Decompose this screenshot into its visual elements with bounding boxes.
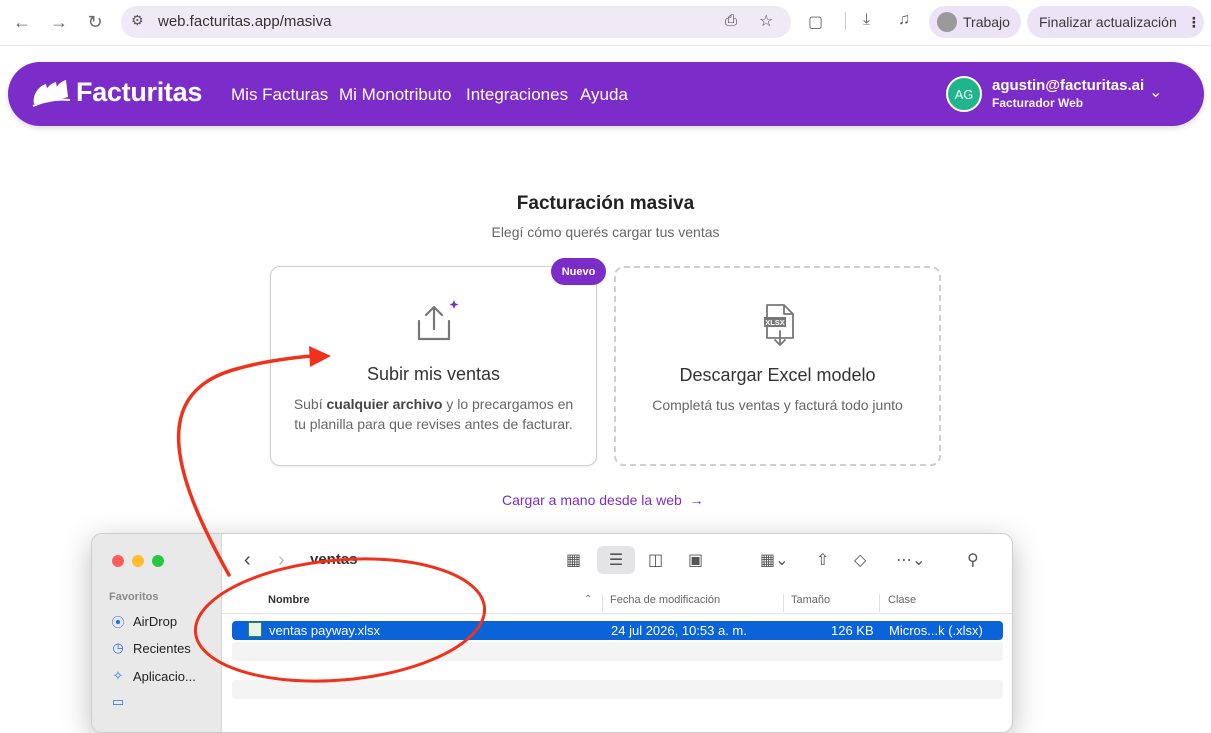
back-icon[interactable]: ‹ xyxy=(244,549,251,571)
clock-icon: ◷ xyxy=(112,640,124,655)
profile-label: Trabajo xyxy=(963,14,1010,30)
sidebar-item-label: Recientes xyxy=(133,640,191,656)
file-size: 126 KB xyxy=(831,623,874,638)
upload-icon xyxy=(417,300,459,341)
install-app-icon[interactable]: ⎙ xyxy=(725,12,737,29)
column-tamano[interactable]: Tamaño xyxy=(791,594,830,606)
downloads-icon[interactable]: ⤓ xyxy=(863,11,870,29)
page-title: Facturación masiva xyxy=(516,193,695,214)
icon-view-icon[interactable]: ▦ xyxy=(566,549,581,571)
column-view-icon[interactable]: ◫ xyxy=(648,549,663,571)
profile-chip[interactable]: Trabajo xyxy=(929,6,1021,38)
toolbar-divider xyxy=(845,12,846,30)
media-controls-icon[interactable]: ♫ xyxy=(898,11,910,29)
file-row-selected[interactable]: ventas payway.xlsx 24 jul 2026, 10:53 a.… xyxy=(232,621,1003,640)
column-divider xyxy=(879,594,880,612)
xlsx-file-icon: XLSX xyxy=(764,304,794,346)
site-settings-icon[interactable]: ⚙ xyxy=(131,12,144,29)
sidebar-item-label: Aplicacio... xyxy=(133,668,196,684)
page-subtitle: Elegí cómo querés cargar tus ventas xyxy=(491,224,720,240)
column-divider xyxy=(602,594,603,612)
empty-row xyxy=(232,642,1003,661)
back-icon[interactable]: ← xyxy=(9,10,35,34)
sidebar-item-airdrop[interactable]: ⦿ AirDrop xyxy=(110,612,177,631)
column-nombre[interactable]: Nombre xyxy=(268,594,310,606)
bookmark-star-icon[interactable]: ☆ xyxy=(759,11,773,31)
column-divider xyxy=(783,594,784,612)
group-by-icon[interactable]: ▦⌄ xyxy=(760,549,789,571)
sidebar-item-recientes[interactable]: ◷ Recientes xyxy=(110,640,191,656)
finder-content: ‹ › ventas ▦ ☰ ◫ ▣ ▦⌄ ⇧ ◇ ⋯⌄ ⚲ Nombre ⌃ … xyxy=(222,534,1012,732)
nav-integraciones[interactable]: Integraciones xyxy=(466,85,568,105)
profile-avatar xyxy=(937,12,957,32)
browser-toolbar: ← → ↻ ⚙ web.facturitas.app/masiva ⎙ ☆ ▢ … xyxy=(0,0,1211,46)
user-menu-chevron-icon[interactable]: ⌄ xyxy=(1149,82,1162,102)
nav-mis-facturas[interactable]: Mis Facturas xyxy=(231,85,328,105)
search-icon[interactable]: ⚲ xyxy=(967,549,979,571)
finder-window: Favoritos ⦿ AirDrop ◷ Recientes ✧ Aplica… xyxy=(91,533,1013,733)
upload-card-description: Subí cualquier archivo y lo precargamos … xyxy=(293,396,574,432)
update-button[interactable]: Finalizar actualización ⋮ xyxy=(1027,6,1204,38)
xlsx-icon-label: XLSX xyxy=(765,318,785,327)
upload-card-emphasis: cualquier archivo xyxy=(326,396,443,412)
empty-row xyxy=(232,680,1003,699)
column-fecha[interactable]: Fecha de modificación xyxy=(610,594,720,606)
xlsx-file-icon xyxy=(248,622,262,637)
sidebar-item-aplicaciones[interactable]: ✧ Aplicacio... xyxy=(110,668,196,684)
user-role: Facturador Web xyxy=(992,96,1084,110)
sidebar-item-partial[interactable]: ▭ xyxy=(110,694,133,710)
upload-card-title: Subir mis ventas xyxy=(366,364,501,384)
column-clase[interactable]: Clase xyxy=(888,594,916,606)
zoom-window-button[interactable] xyxy=(152,555,164,567)
sidebar-item-label: AirDrop xyxy=(133,614,178,629)
list-view-icon[interactable]: ☰ xyxy=(597,546,635,574)
download-template-card[interactable]: XLSX Descargar Excel modelo Completá tus… xyxy=(614,266,941,466)
manual-entry-label: Cargar a mano desde la web xyxy=(502,492,682,508)
column-headers: Nombre ⌃ Fecha de modificación Tamaño Cl… xyxy=(222,586,1012,614)
upload-sales-card[interactable]: Subir mis ventas Subí cualquier archivo … xyxy=(270,266,597,466)
file-kind: Micros...k (.xlsx) xyxy=(889,623,983,638)
folder-icon: ▭ xyxy=(111,694,125,709)
finder-sidebar: Favoritos ⦿ AirDrop ◷ Recientes ✧ Aplica… xyxy=(92,534,222,732)
finder-toolbar: ‹ › ventas ▦ ☰ ◫ ▣ ▦⌄ ⇧ ◇ ⋯⌄ ⚲ xyxy=(222,534,1012,584)
airdrop-icon: ⦿ xyxy=(111,615,125,630)
share-icon[interactable]: ⇧ xyxy=(816,549,829,571)
file-name: ventas payway.xlsx xyxy=(269,623,381,638)
forward-icon[interactable]: › xyxy=(278,549,285,571)
download-card-title: Descargar Excel modelo xyxy=(679,365,876,385)
arrow-right-icon: → xyxy=(689,492,704,508)
user-email[interactable]: agustin@facturitas.ai xyxy=(992,77,1144,94)
nav-ayuda[interactable]: Ayuda xyxy=(580,85,628,105)
more-actions-icon[interactable]: ⋯⌄ xyxy=(896,549,925,571)
gallery-view-icon[interactable]: ▣ xyxy=(688,549,703,571)
forward-icon[interactable]: → xyxy=(46,10,72,34)
brand-name[interactable]: Facturitas xyxy=(76,77,202,108)
reload-icon[interactable]: ↻ xyxy=(82,10,108,34)
tag-icon[interactable]: ◇ xyxy=(854,549,866,571)
sort-chevron-icon[interactable]: ⌃ xyxy=(584,594,592,605)
sidebar-section-favorites: Favoritos xyxy=(109,591,159,603)
folder-title: ventas xyxy=(310,551,358,568)
manual-entry-link[interactable]: Cargar a mano desde la web → xyxy=(502,492,704,508)
close-window-button[interactable] xyxy=(112,555,124,567)
file-date: 24 jul 2026, 10:53 a. m. xyxy=(611,623,747,638)
new-badge: Nuevo xyxy=(551,258,606,285)
applications-icon: ✧ xyxy=(112,668,124,683)
user-avatar[interactable]: AG xyxy=(946,76,982,112)
update-label: Finalizar actualización xyxy=(1039,14,1177,30)
app-header: Facturitas Mis Facturas Mi Monotributo I… xyxy=(8,62,1204,126)
facturitas-logo-icon xyxy=(32,80,71,107)
minimize-window-button[interactable] xyxy=(132,555,144,567)
menu-kebab-icon[interactable]: ⋮ xyxy=(1187,14,1201,31)
nav-mi-monotributo[interactable]: Mi Monotributo xyxy=(339,85,451,105)
download-card-description: Completá tus ventas y facturá todo junto xyxy=(652,397,903,413)
address-bar[interactable]: ⚙ web.facturitas.app/masiva ⎙ ☆ xyxy=(121,6,791,38)
url-text: web.facturitas.app/masiva xyxy=(158,13,332,30)
extensions-icon[interactable]: ▢ xyxy=(808,12,823,32)
